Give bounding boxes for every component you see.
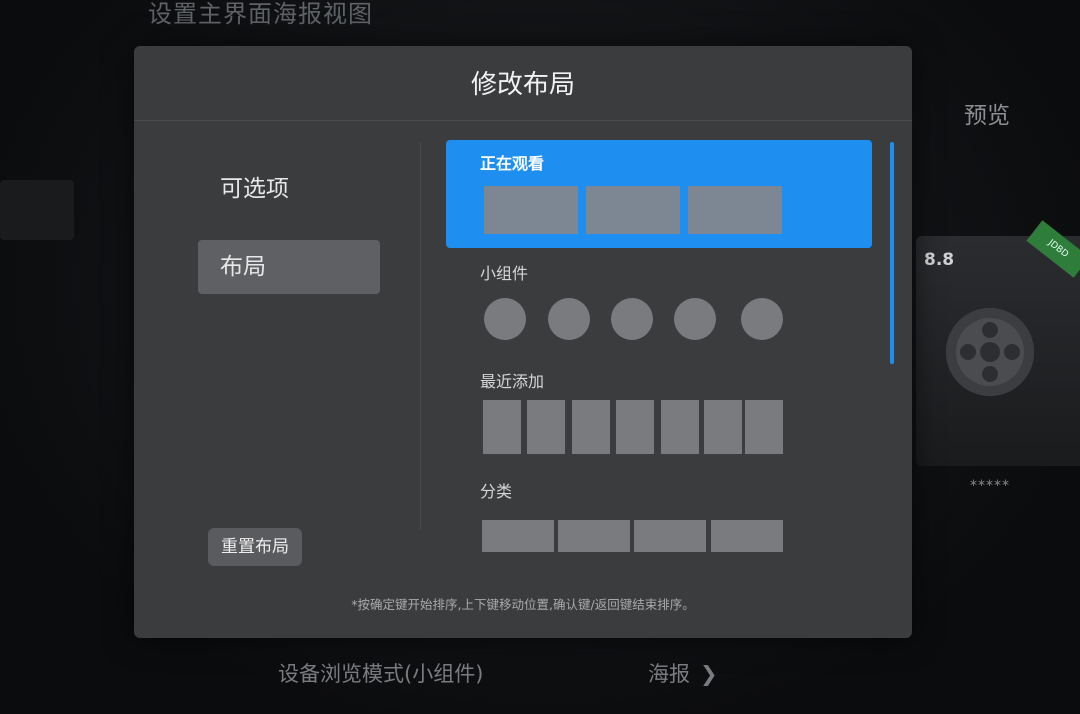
chevron-right-icon: ❯ [700,662,718,686]
placeholder-tile [704,400,742,454]
placeholder-tile [482,520,554,552]
reset-layout-button[interactable]: 重置布局 [208,528,302,566]
preview-label: 预览 [964,103,1010,129]
nav-item-options[interactable]: 可选项 [198,162,380,216]
poster-stars: ***** [970,478,1010,494]
placeholder-circle [484,298,526,340]
section-now-watching[interactable]: 正在观看 [446,140,872,248]
placeholder-tile [616,400,654,454]
poster-rating: 8.8 [924,250,955,270]
section-label: 正在观看 [480,154,545,173]
poster-setting-label: 海报 [648,662,690,686]
placeholder-tile [586,186,680,234]
placeholder-circle [741,298,783,340]
placeholder-tile [661,400,699,454]
column-divider [420,142,421,530]
placeholder-tile [634,520,706,552]
placeholder-circle [611,298,653,340]
placeholder-tile [483,400,521,454]
section-categories[interactable]: 分类 [446,476,872,556]
placeholder-circle [674,298,716,340]
background-page-title: 设置主界面海报视图 [148,0,373,28]
nav-item-layout[interactable]: 布局 [198,240,380,294]
placeholder-tile [484,186,578,234]
placeholder-circle [548,298,590,340]
scrollbar[interactable] [890,142,894,364]
section-widgets[interactable]: 小组件 [446,258,872,348]
screen: 设置主界面海报视图 预览 JDBD 8.8 ***** 设备浏览模式(小组件) … [0,0,1080,714]
edit-layout-dialog: 修改布局 可选项 布局 正在观看 小组件 最近添加 分类 重置布局 *按确定键开… [134,46,912,638]
section-recently-added[interactable]: 最近添加 [446,366,872,466]
title-divider [134,120,912,121]
section-label: 最近添加 [480,372,545,391]
sorting-hint: *按确定键开始排序,上下键移动位置,确认键/返回键结束排序。 [351,597,695,612]
placeholder-tile [527,400,565,454]
film-reel-icon [946,308,1034,396]
placeholder-tile [711,520,783,552]
background-thumbnail [0,180,74,240]
browse-mode-setting: 设备浏览模式(小组件) [278,662,484,686]
section-label: 分类 [480,482,513,501]
poster-setting: 海报 ❯ [648,658,718,688]
placeholder-tile [688,186,782,234]
dialog-title: 修改布局 [470,70,575,100]
section-label: 小组件 [480,264,529,283]
placeholder-tile [558,520,630,552]
placeholder-tile [572,400,610,454]
placeholder-tile [745,400,783,454]
